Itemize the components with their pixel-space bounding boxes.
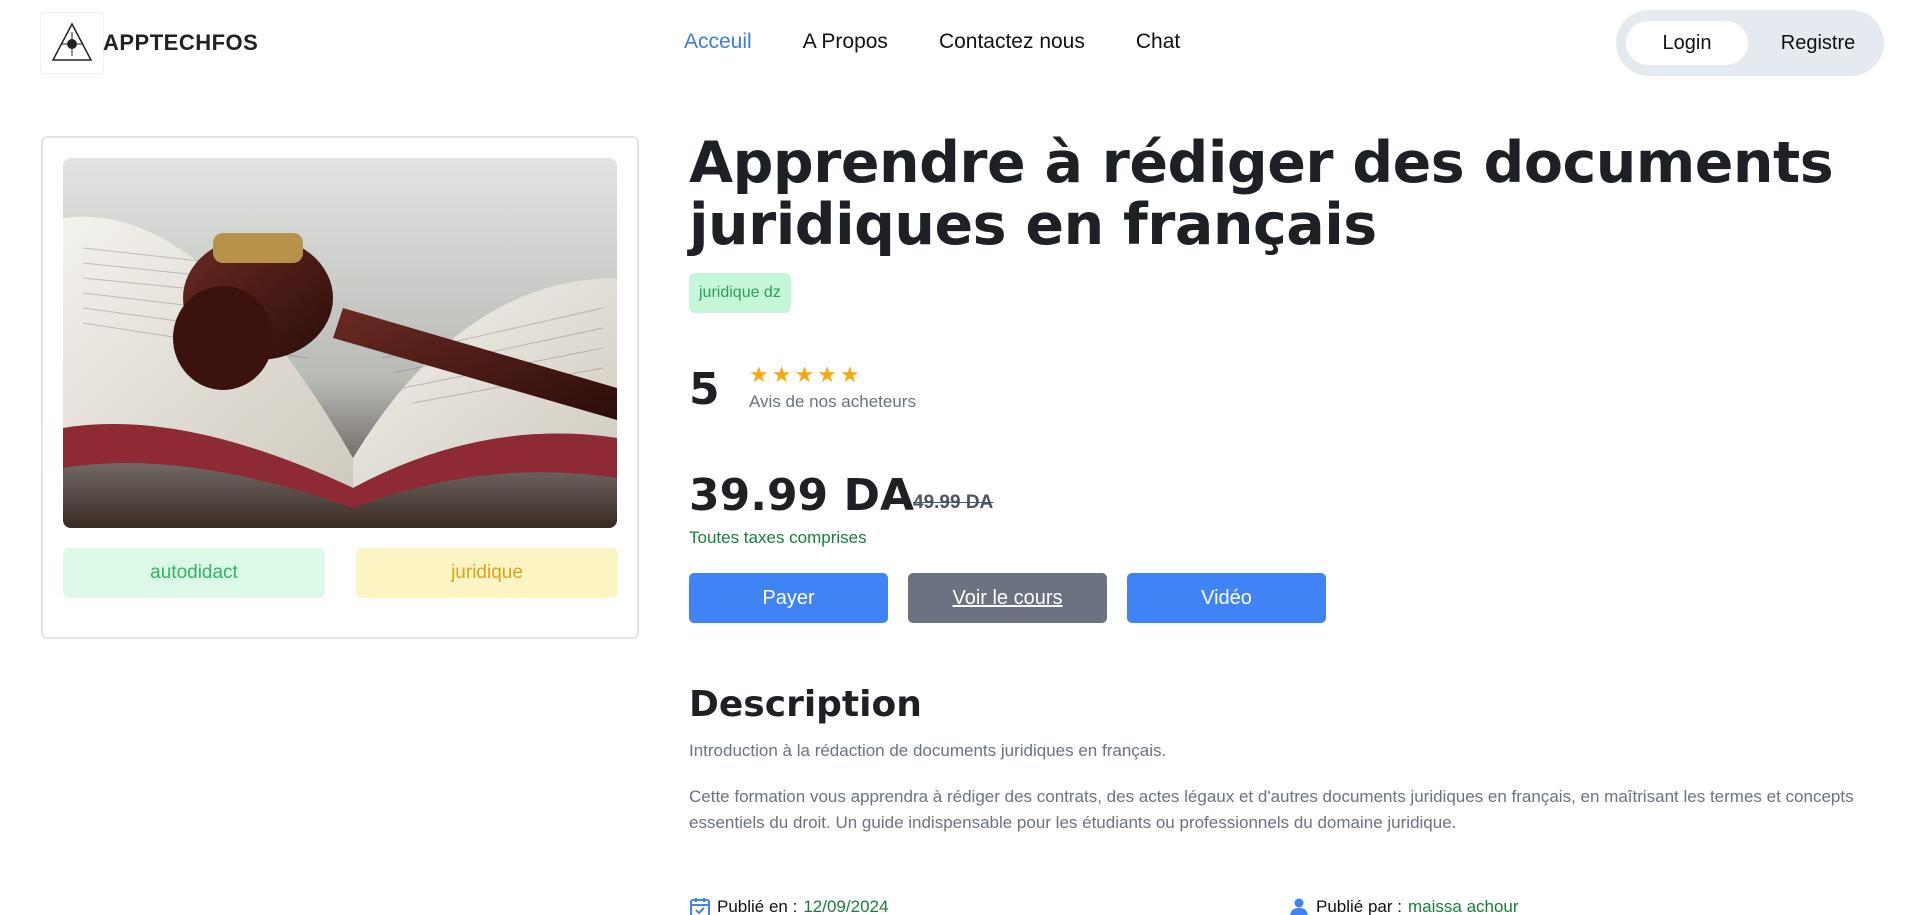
triangle-eye-logo-icon	[51, 22, 93, 61]
main-nav: Acceuil A Propos Contactez nous Chat	[684, 30, 1231, 54]
author-label: Publié par :	[1316, 897, 1402, 915]
rating-stars: ★ ★ ★ ★ ★	[749, 364, 860, 386]
user-icon	[1290, 898, 1308, 915]
published-date: 12/09/2024	[803, 897, 889, 915]
published-date-row: Publié en : 12/09/2024	[689, 896, 888, 915]
calendar-icon	[690, 898, 710, 915]
logo[interactable]	[40, 12, 104, 74]
taxes-note: Toutes taxes comprises	[689, 528, 867, 547]
category-badge[interactable]: juridique dz	[689, 273, 791, 313]
old-price: 49.99 DA	[913, 492, 994, 513]
rating-caption: Avis de nos acheteurs	[749, 392, 916, 411]
description-body: Cette formation vous apprendra à rédiger…	[689, 787, 1854, 832]
published-label: Publié en :	[717, 897, 798, 915]
brand-name[interactable]: APPTECHFOS	[103, 30, 258, 56]
star-icon: ★	[749, 362, 769, 387]
video-button[interactable]: Vidéo	[1127, 573, 1326, 623]
pay-button[interactable]: Payer	[689, 573, 888, 623]
star-icon: ★	[794, 362, 815, 387]
auth-switch: Login Registre	[1616, 10, 1884, 76]
star-icon: ★	[839, 362, 860, 387]
description-heading: Description	[689, 684, 922, 725]
nav-link-accueil[interactable]: Acceuil	[684, 30, 752, 54]
view-course-button[interactable]: Voir le cours	[908, 573, 1107, 623]
author-row: Publié par : maissa achour	[1288, 896, 1519, 915]
course-image	[63, 158, 617, 528]
star-icon: ★	[771, 362, 792, 387]
login-button[interactable]: Login	[1626, 21, 1748, 65]
site-header: APPTECHFOS Acceuil A Propos Contactez no…	[0, 0, 1909, 86]
tag-juridique[interactable]: juridique	[356, 548, 618, 598]
current-price: 39.99 DA	[689, 470, 915, 521]
course-card: autodidact juridique	[41, 136, 639, 639]
tag-autodidact[interactable]: autodidact	[63, 548, 325, 598]
author-name[interactable]: maissa achour	[1408, 897, 1519, 915]
nav-link-chat[interactable]: Chat	[1136, 30, 1180, 54]
description-intro: Introduction à la rédaction de documents…	[689, 741, 1167, 760]
register-button[interactable]: Registre	[1758, 21, 1878, 65]
course-title: Apprendre à rédiger des documents juridi…	[689, 130, 1834, 258]
gavel-on-book-image-icon	[63, 158, 617, 528]
nav-link-contact[interactable]: Contactez nous	[939, 30, 1085, 54]
star-icon: ★	[817, 362, 837, 387]
nav-link-a-propos[interactable]: A Propos	[803, 30, 888, 54]
rating-value: 5	[689, 364, 720, 415]
